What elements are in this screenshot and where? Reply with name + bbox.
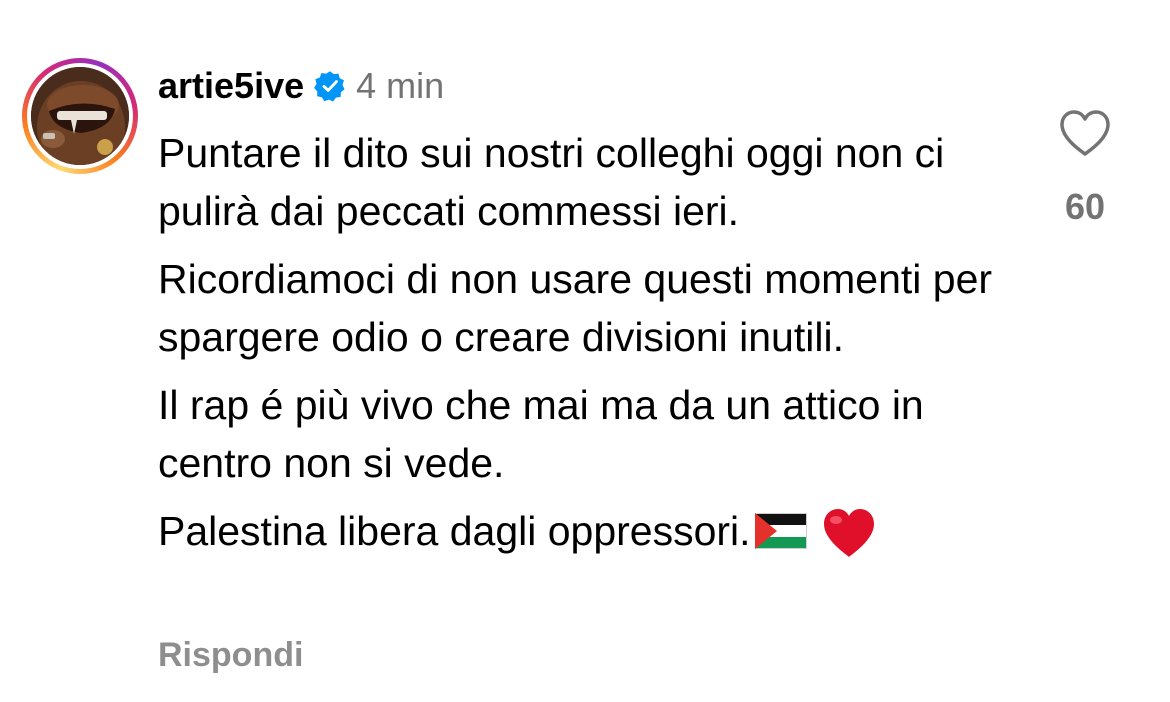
comment-timestamp: 4 min — [356, 65, 445, 106]
avatar[interactable] — [31, 67, 129, 165]
comment-paragraph: Ricordiamoci di non usare questi momenti… — [158, 256, 993, 360]
comment-body: Puntare il dito sui nostri colleghi oggi… — [158, 124, 1038, 570]
verified-badge-icon — [314, 71, 345, 102]
red-heart-icon — [823, 509, 874, 557]
username[interactable]: artie5ive — [158, 65, 304, 107]
comment-paragraph: Puntare il dito sui nostri colleghi oggi… — [158, 130, 945, 234]
like-heart-icon[interactable] — [1058, 108, 1112, 158]
avatar-image — [31, 67, 129, 165]
comment-paragraph: Il rap é più vivo che mai ma da un attic… — [158, 382, 924, 486]
comment-paragraph-text: Palestina libera dagli oppressori. — [158, 508, 751, 554]
avatar-story-ring[interactable] — [22, 58, 138, 174]
reply-button[interactable]: Rispondi — [158, 636, 303, 675]
comment-header: artie5ive 4 min — [158, 62, 444, 110]
like-count: 60 — [1064, 186, 1106, 227]
palestine-flag-icon — [754, 513, 807, 549]
comment-paragraph-last: Palestina libera dagli oppressori. — [158, 502, 1038, 560]
